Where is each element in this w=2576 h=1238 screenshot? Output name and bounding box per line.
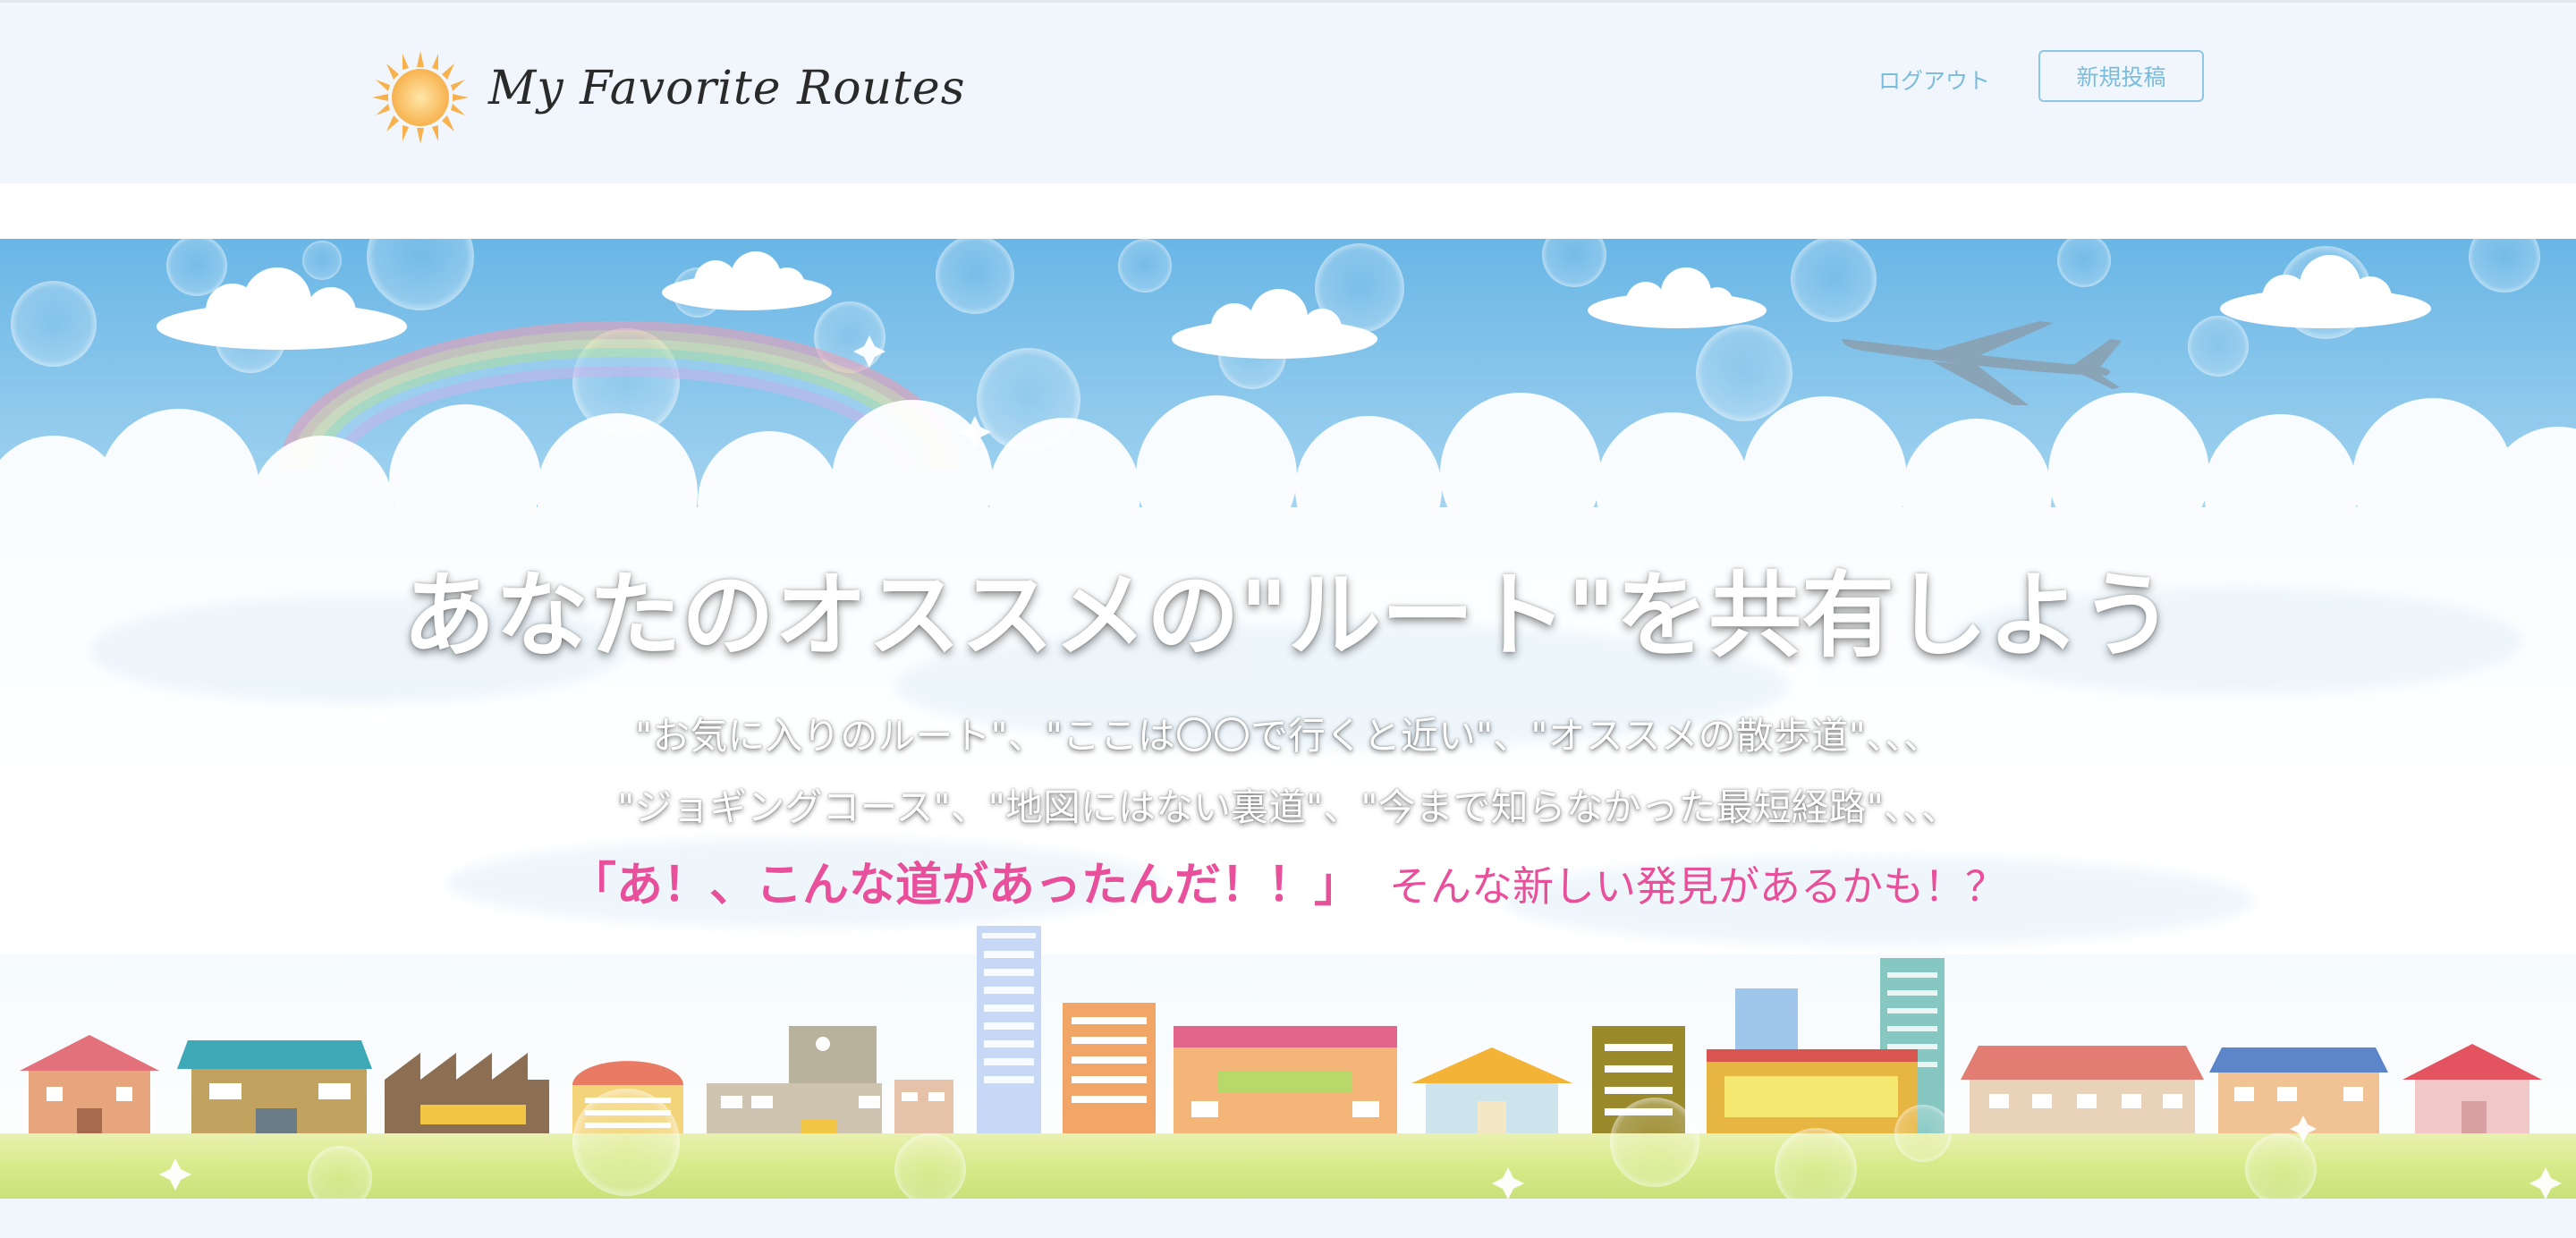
sun-icon[interactable]	[372, 51, 469, 144]
hero-highlight-exclaim: 「あ！、こんな道があったんだ！！」	[569, 859, 1360, 912]
logout-link[interactable]: ログアウト	[1878, 64, 1990, 96]
header-spacer	[0, 183, 2576, 239]
page-bottom-strip	[0, 1199, 2576, 1238]
site-header: My Favorite Routes ログアウト 新規投稿	[0, 3, 2576, 183]
hero-subtitle-line-1: "お気に入りのルート"、"ここは〇〇で行くと近い"、"オススメの散歩道"、、、	[635, 714, 1941, 758]
hero-highlight-tagline: そんな新しい発見があるかも！？	[1389, 862, 2006, 911]
site-title[interactable]: My Favorite Routes	[488, 62, 965, 115]
hero-title: あなたのオススメの"ルート"を共有しよう	[402, 561, 2174, 670]
new-post-button[interactable]: 新規投稿	[2038, 50, 2204, 102]
hero-subtitle-line-2: "ジョギングコース"、"地図にはない裏道"、"今まで知らなかった最短経路"、、、	[617, 785, 1959, 829]
hero-highlight: 「あ！、こんな道があったんだ！！」 そんな新しい発見があるかも！？	[0, 847, 2576, 914]
hero-banner: あなたのオススメの"ルート"を共有しよう "お気に入りのルート"、"ここは〇〇で…	[0, 239, 2576, 1199]
